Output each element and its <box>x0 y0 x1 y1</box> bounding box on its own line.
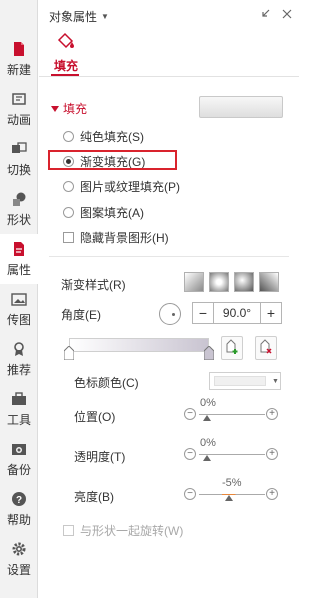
gradient-style-linear[interactable] <box>184 272 204 292</box>
transparency-decrease-button[interactable]: − <box>184 448 196 460</box>
tab-fill-label: 填充 <box>53 59 78 73</box>
angle-value[interactable]: 90.0° <box>213 303 261 323</box>
position-value: 0% <box>200 397 216 409</box>
stop-color-picker[interactable]: ▼ <box>209 372 281 390</box>
option-label: 图案填充(A) <box>80 206 144 220</box>
position-slider[interactable]: − 0% + <box>184 397 280 422</box>
option-label: 隐藏背景图形(H) <box>80 231 169 245</box>
svg-text:?: ? <box>16 495 22 506</box>
panel-title-dropdown[interactable]: 对象属性 ▼ <box>49 8 109 25</box>
angle-stepper[interactable]: − 90.0° + <box>192 302 282 324</box>
section-label: 填充 <box>63 102 88 116</box>
gradient-bar[interactable] <box>69 338 209 352</box>
new-file-icon <box>10 40 28 58</box>
radio-picture-fill[interactable] <box>63 181 74 192</box>
angle-dial[interactable] <box>159 303 181 325</box>
fill-section-header[interactable]: 填充 <box>51 100 87 117</box>
collapse-triangle-icon <box>51 105 59 112</box>
option-hide-background[interactable]: 隐藏背景图形(H) <box>63 229 169 246</box>
position-decrease-button[interactable]: − <box>184 408 196 420</box>
gradient-style-label: 渐变样式(R) <box>61 278 126 292</box>
help-icon: ? <box>10 490 28 508</box>
checkbox-hide-background[interactable] <box>63 232 74 243</box>
toolbox-icon <box>10 390 28 408</box>
sidebar-item-new[interactable]: 新建 <box>0 34 38 84</box>
sidebar-item-shape[interactable]: 形状 <box>0 184 38 234</box>
slider-thumb[interactable] <box>203 455 211 461</box>
sidebar-item-toolbox[interactable]: 工具 <box>0 384 38 434</box>
angle-increase-button[interactable]: + <box>261 305 281 321</box>
chevron-down-icon: ▼ <box>272 377 279 385</box>
option-label: 图片或纹理填充(P) <box>80 180 180 194</box>
gradient-style-path[interactable] <box>259 272 279 292</box>
backup-icon <box>10 440 28 458</box>
sidebar-item-help[interactable]: ? 帮助 <box>0 484 38 534</box>
option-pattern-fill[interactable]: 图案填充(A) <box>63 204 144 221</box>
gradient-style-radial[interactable] <box>209 272 229 292</box>
upload-image-icon <box>10 290 28 308</box>
collapse-icon[interactable] <box>259 8 271 20</box>
gradient-stop-right[interactable] <box>203 345 215 361</box>
sidebar-item-settings[interactable]: 设置 <box>0 534 38 584</box>
transition-icon <box>10 140 28 158</box>
divider <box>39 76 299 77</box>
slider-thumb[interactable] <box>203 415 211 421</box>
slider-thumb[interactable] <box>225 495 233 501</box>
properties-panel: 对象属性 ▼ 填充 填充 纯色填充(S) 渐变填充(G) 图片或纹理填充(P) <box>39 0 299 598</box>
angle-decrease-button[interactable]: − <box>193 305 213 321</box>
remove-stop-button[interactable] <box>255 336 277 360</box>
stop-color-label: 色标颜色(C) <box>74 376 139 390</box>
brightness-value: -5% <box>222 477 242 489</box>
close-icon[interactable] <box>281 8 293 20</box>
transparency-increase-button[interactable]: + <box>266 448 278 460</box>
brightness-slider[interactable]: − -5% + <box>184 477 280 502</box>
panel-title: 对象属性 <box>49 10 98 24</box>
transparency-slider[interactable]: − 0% + <box>184 437 280 462</box>
brightness-decrease-button[interactable]: − <box>184 488 196 500</box>
fill-preview-button[interactable] <box>199 96 283 118</box>
option-label: 纯色填充(S) <box>80 130 144 144</box>
chevron-down-icon: ▼ <box>101 12 109 21</box>
radio-solid-fill[interactable] <box>63 131 74 142</box>
add-stop-icon <box>225 338 239 358</box>
transparency-value: 0% <box>200 437 216 449</box>
shape-icon <box>10 190 28 208</box>
radio-pattern-fill[interactable] <box>63 207 74 218</box>
color-swatch <box>214 376 266 386</box>
sidebar-item-upload-image[interactable]: 传图 <box>0 284 38 334</box>
sidebar-item-recommend[interactable]: 推荐 <box>0 334 38 384</box>
sidebar-item-transition[interactable]: 切换 <box>0 134 38 184</box>
angle-label: 角度(E) <box>61 308 101 322</box>
remove-stop-icon <box>259 338 273 358</box>
gradient-stop-left[interactable] <box>63 345 75 361</box>
divider <box>49 256 289 257</box>
animation-icon <box>10 90 28 108</box>
checkbox-rotate-with-shape[interactable] <box>63 525 74 536</box>
position-increase-button[interactable]: + <box>266 408 278 420</box>
recommend-icon <box>10 340 28 358</box>
brightness-increase-button[interactable]: + <box>266 488 278 500</box>
add-stop-button[interactable] <box>221 336 243 360</box>
paint-bucket-icon <box>56 32 76 53</box>
position-label: 位置(O) <box>74 410 116 424</box>
properties-icon <box>10 240 28 258</box>
tab-fill[interactable]: 填充 <box>51 32 81 76</box>
brightness-label: 亮度(B) <box>74 490 114 504</box>
option-label: 与形状一起旋转(W) <box>80 524 184 538</box>
sidebar-item-backup[interactable]: 备份 <box>0 434 38 484</box>
sidebar-item-animation[interactable]: 动画 <box>0 84 38 134</box>
gear-icon <box>10 540 28 558</box>
option-picture-fill[interactable]: 图片或纹理填充(P) <box>63 178 180 195</box>
option-rotate-with-shape[interactable]: 与形状一起旋转(W) <box>63 522 183 539</box>
highlight-box <box>48 150 177 170</box>
sidebar: 新建 动画 切换 形状 属性 传图 推荐 工具 备份 ? 帮助 设置 <box>0 0 38 598</box>
option-solid-fill[interactable]: 纯色填充(S) <box>63 128 144 145</box>
gradient-style-rectangular[interactable] <box>234 272 254 292</box>
sidebar-item-properties[interactable]: 属性 <box>0 234 38 284</box>
transparency-label: 透明度(T) <box>74 450 126 464</box>
